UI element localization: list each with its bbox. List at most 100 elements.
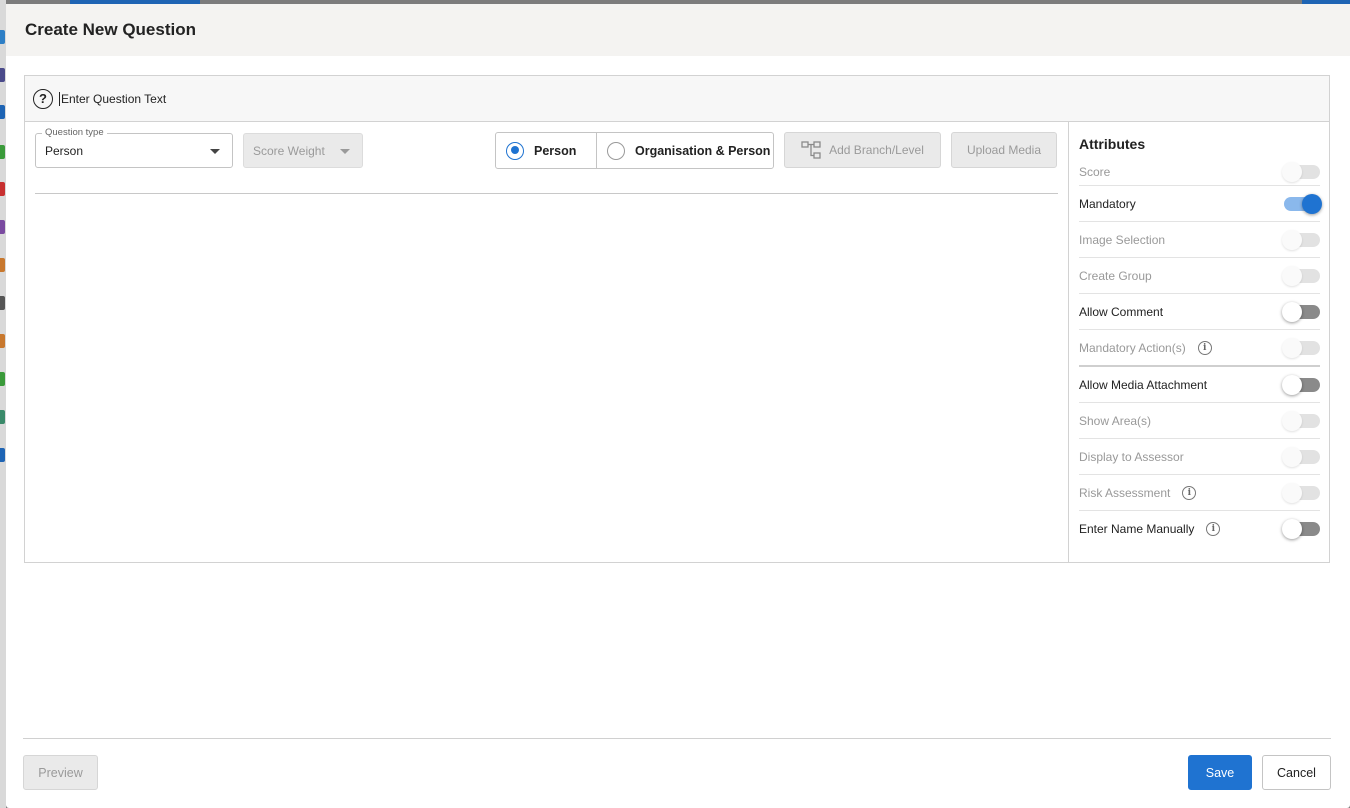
background-app-icon: [0, 182, 5, 196]
respondent-radio-group: Person Organisation & Person: [495, 132, 774, 169]
toggle-knob: [1302, 193, 1322, 214]
section-divider: [35, 193, 1058, 194]
background-app-icon: [0, 372, 5, 386]
attribute-row: Enter Name Manually i: [1079, 511, 1320, 547]
question-text-row: ?: [25, 76, 1329, 122]
attribute-label: Risk Assessment i: [1079, 485, 1197, 500]
attribute-row: Allow Media Attachment: [1079, 367, 1320, 403]
attribute-label: Score: [1079, 165, 1110, 179]
attribute-label: Allow Comment: [1079, 305, 1163, 319]
help-icon[interactable]: ?: [33, 88, 53, 109]
preview-button[interactable]: Preview: [23, 755, 98, 790]
attributes-list: Score Mandatory Image Selection Create Grou…: [1079, 158, 1322, 547]
attribute-label-text: Score: [1079, 164, 1111, 179]
toggle-knob: [1282, 337, 1302, 358]
info-icon[interactable]: i: [1206, 522, 1221, 536]
attribute-label-text: Create Group: [1079, 268, 1152, 283]
attribute-row: Allow Comment: [1079, 294, 1320, 330]
question-type-select[interactable]: Question type Person: [35, 127, 233, 168]
attribute-row: Display to Assessor: [1079, 439, 1320, 475]
attribute-label-text: Risk Assessment: [1079, 485, 1171, 500]
attributes-title: Attributes: [1079, 136, 1146, 152]
attribute-row: Create Group: [1079, 258, 1320, 294]
attribute-toggle[interactable]: [1282, 229, 1320, 250]
background-app-icon: [0, 258, 5, 272]
info-icon[interactable]: i: [1182, 485, 1197, 500]
attribute-label-text: Show Area(s): [1079, 413, 1152, 428]
attribute-toggle[interactable]: [1282, 519, 1320, 539]
chevron-down-icon: [340, 149, 350, 154]
attribute-label: Mandatory: [1079, 197, 1136, 211]
attribute-toggle[interactable]: [1282, 337, 1320, 358]
toggle-knob: [1282, 410, 1302, 431]
radio-organisation-person-label: Organisation & Person: [635, 143, 771, 158]
background-app-icon: [0, 105, 5, 119]
attribute-label-text: Allow Comment: [1079, 304, 1164, 319]
toggle-knob: [1282, 301, 1302, 322]
radio-unselected-icon: [607, 141, 625, 160]
question-text-input[interactable]: [59, 91, 659, 106]
attribute-label-text: Allow Media Attachment: [1079, 377, 1208, 392]
question-type-value: Person: [45, 144, 84, 158]
attribute-row: Risk Assessment i: [1079, 475, 1320, 511]
radio-organisation-person[interactable]: Organisation & Person: [597, 133, 770, 168]
save-button[interactable]: Save: [1188, 755, 1252, 790]
attribute-toggle[interactable]: [1282, 265, 1320, 286]
question-editor-panel: ? Question type Person Score Weight Pers…: [24, 75, 1330, 563]
score-weight-select[interactable]: Score Weight: [243, 133, 363, 168]
attribute-toggle[interactable]: [1282, 301, 1320, 322]
attribute-toggle[interactable]: [1282, 374, 1320, 395]
attribute-label-text: Mandatory Action(s): [1079, 340, 1186, 355]
modal-title: Create New Question: [25, 20, 196, 39]
chevron-down-icon: [210, 149, 220, 154]
modal-header: Create New Question: [6, 4, 1350, 56]
branch-icon: [801, 141, 821, 159]
background-app-icon: [0, 145, 5, 159]
toggle-knob: [1282, 519, 1302, 539]
radio-person[interactable]: Person: [496, 133, 597, 168]
attribute-label-text: Enter Name Manually: [1079, 522, 1195, 536]
attribute-label-text: Mandatory: [1079, 196, 1136, 211]
add-branch-level-label: Add Branch/Level: [829, 143, 924, 157]
upload-media-label: Upload Media: [966, 143, 1042, 157]
attributes-panel: Attributes Score Mandatory Image Selection…: [1068, 122, 1330, 562]
attribute-toggle[interactable]: [1282, 446, 1320, 467]
create-question-modal: Create New Question ? Question type Pers…: [6, 4, 1350, 808]
toggle-knob: [1282, 161, 1302, 182]
question-config-area: Question type Person Score Weight Person…: [25, 122, 1068, 562]
background-app-icon: [0, 220, 5, 234]
toggle-knob: [1282, 446, 1302, 467]
background-app-icon: [0, 30, 5, 44]
info-icon[interactable]: i: [1197, 340, 1212, 355]
radio-selected-icon: [506, 141, 524, 160]
question-type-legend: Question type: [42, 127, 107, 138]
add-branch-level-button[interactable]: Add Branch/Level: [784, 132, 941, 168]
background-app-icon: [0, 410, 5, 424]
attribute-toggle[interactable]: [1282, 161, 1320, 182]
score-weight-label: Score Weight: [253, 144, 325, 158]
attribute-toggle[interactable]: [1284, 193, 1322, 214]
toggle-knob: [1282, 374, 1302, 395]
attribute-toggle[interactable]: [1282, 410, 1320, 431]
attribute-row: Mandatory: [1079, 186, 1322, 222]
attribute-label-text: Image Selection: [1079, 232, 1166, 247]
background-app-icon: [0, 296, 5, 310]
attribute-row: Show Area(s): [1079, 403, 1320, 439]
upload-media-button[interactable]: Upload Media: [951, 132, 1057, 168]
background-app-icon: [0, 68, 5, 82]
radio-person-label: Person: [534, 143, 577, 158]
cancel-button[interactable]: Cancel: [1262, 755, 1331, 790]
attribute-toggle[interactable]: [1282, 482, 1320, 503]
background-app-icon: [0, 334, 5, 348]
toggle-knob: [1282, 265, 1302, 286]
attribute-label: Mandatory Action(s) i: [1079, 340, 1212, 355]
attribute-row: Score: [1079, 158, 1320, 186]
toggle-knob: [1282, 482, 1302, 503]
toggle-knob: [1282, 229, 1302, 250]
attribute-row: Image Selection: [1079, 222, 1320, 258]
attribute-label: Show Area(s): [1079, 414, 1151, 428]
attribute-label: Allow Media Attachment: [1079, 378, 1207, 392]
background-app-icon: [0, 448, 5, 462]
attribute-label-text: Display to Assessor: [1079, 449, 1184, 464]
attribute-label: Enter Name Manually i: [1079, 522, 1221, 536]
